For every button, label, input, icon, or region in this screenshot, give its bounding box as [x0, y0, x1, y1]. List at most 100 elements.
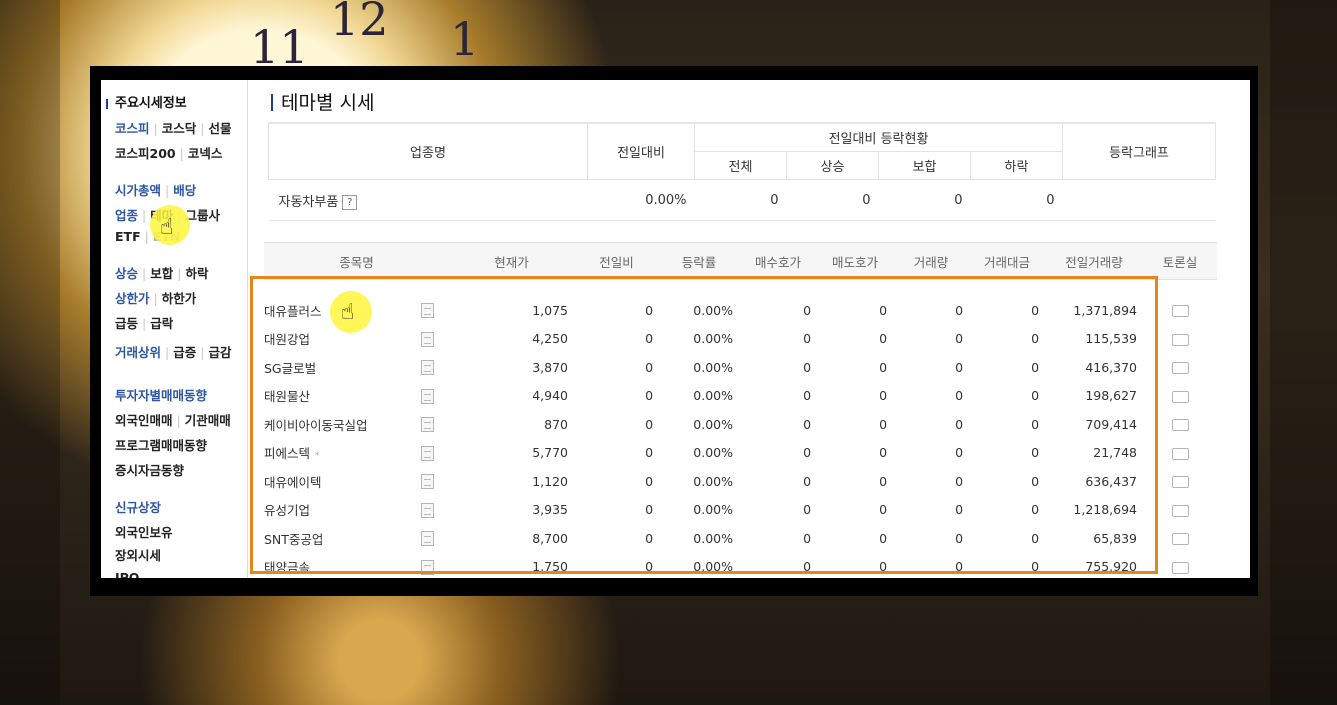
sidebar-row: 코스피200 | 코넥스 [115, 143, 222, 162]
header-change-status: 전일대비 등락현황 [694, 122, 1063, 152]
sidebar-link[interactable]: 급등 [115, 316, 138, 331]
header-flat: 보합 [878, 151, 971, 180]
sidebar-separator: | [142, 316, 147, 331]
sidebar-link[interactable]: 하락 [185, 266, 208, 281]
theme-summary-table: 업종명 전일대비 전일대비 등락현황 등락그래프 전체 상승 보합 하락 자동차… [268, 122, 1216, 221]
hand-cursor-icon: ☝ [341, 300, 355, 325]
sidebar-row: 급등 | 급락 [115, 313, 173, 332]
sidebar-link[interactable]: 외국인보유 [115, 525, 173, 540]
summary-industry-name: 자동차부품 [278, 194, 339, 210]
sidebar-link[interactable]: 선물 [208, 121, 231, 136]
col-price: 현재가 [449, 242, 575, 280]
summary-change: 0.00% [587, 179, 695, 221]
sidebar-link[interactable]: 업종 [115, 208, 138, 223]
col-discussion: 토론실 [1143, 242, 1218, 280]
sidebar-link[interactable]: 배당 [173, 183, 196, 198]
summary-up: 0 [786, 179, 879, 221]
sidebar-row: 증시자금동향 [115, 460, 184, 479]
col-amount: 거래대금 [969, 242, 1046, 280]
sidebar-header: 주요시세정보 [106, 92, 187, 111]
sidebar-separator: | [177, 266, 182, 281]
help-icon[interactable]: ? [342, 194, 358, 210]
discussion-icon[interactable] [1172, 419, 1190, 432]
col-prev-volume: 전일거래량 [1045, 242, 1144, 280]
sidebar-row: 외국인매매 | 기관매매 [115, 410, 231, 429]
sidebar-row: 코스피 | 코스닥 | 선물 [115, 118, 231, 137]
summary-row: 자동차부품? 0.00% 0 0 0 0 [268, 179, 1216, 221]
summary-graph [1062, 179, 1216, 221]
sidebar-row: 투자자별매매동향 [115, 385, 207, 404]
summary-name-cell: 자동차부품? [268, 179, 588, 221]
sidebar-separator: | [176, 413, 181, 428]
sidebar-row: 상한가 | 하한가 [115, 288, 196, 307]
discussion-icon[interactable] [1172, 305, 1190, 318]
sidebar-row: 상승 | 보합 | 하락 [115, 263, 208, 282]
sidebar-link[interactable]: 보합 [150, 266, 173, 281]
sidebar-row: 외국인보유 [115, 522, 173, 541]
sidebar-row: 신규상장 [115, 497, 161, 516]
sidebar-row: 프로그램매매동향 [115, 435, 207, 454]
sidebar-row: 거래상위 | 급증 | 급감 [115, 342, 231, 361]
header-down: 하락 [970, 151, 1063, 180]
discussion-icon[interactable] [1172, 476, 1190, 489]
discussion-icon[interactable] [1172, 362, 1190, 375]
sidebar-link[interactable]: IPO [115, 570, 139, 578]
discussion-icon[interactable] [1172, 504, 1190, 517]
sidebar-link[interactable]: 그룹사 [185, 208, 220, 223]
discussion-icon[interactable] [1172, 447, 1190, 460]
sidebar-link[interactable]: 급증 [173, 345, 196, 360]
sidebar-link[interactable]: 상승 [115, 266, 138, 281]
discussion-icon[interactable] [1172, 333, 1190, 346]
sidebar-link[interactable]: 신규상장 [115, 500, 161, 515]
col-ask: 매도호가 [817, 242, 894, 280]
sidebar-link[interactable]: ETF [115, 229, 141, 244]
col-diff: 전일비 [574, 242, 660, 280]
sidebar-separator: | [200, 345, 205, 360]
discussion-icon[interactable] [1172, 561, 1190, 574]
sidebar-separator: | [165, 345, 170, 360]
background-pillar-left [0, 0, 60, 705]
page-title: 테마별 시세 [271, 88, 374, 115]
hand-cursor-icon: ☝ [160, 215, 174, 240]
discussion-icon[interactable] [1172, 533, 1190, 546]
sidebar-separator: | [179, 146, 184, 161]
clock-numeral-12: 12 [330, 0, 389, 46]
sidebar-link[interactable]: 코스피200 [115, 146, 176, 161]
sidebar-link[interactable]: 하한가 [162, 291, 197, 306]
sidebar-row: 장외시세 [115, 545, 161, 564]
sidebar-link[interactable]: 장외시세 [115, 548, 161, 563]
sidebar-link[interactable]: 기관매매 [185, 413, 231, 428]
sidebar-separator: | [153, 291, 158, 306]
sidebar-link[interactable]: 코스닥 [162, 121, 197, 136]
sidebar-link[interactable]: 상한가 [115, 291, 150, 306]
sidebar-separator: | [200, 121, 205, 136]
sidebar-separator: | [142, 208, 147, 223]
background-pillar-right [1270, 0, 1337, 705]
header-all: 전체 [694, 151, 787, 180]
sidebar-link[interactable]: 시가총액 [115, 183, 161, 198]
sidebar-link[interactable]: 코넥스 [188, 146, 223, 161]
clock-numeral-1: 1 [450, 12, 480, 66]
summary-flat: 0 [878, 179, 971, 221]
sidebar-link[interactable]: 거래상위 [115, 345, 161, 360]
highlight-box [250, 276, 1158, 574]
sidebar-link[interactable]: 프로그램매매동향 [115, 438, 207, 453]
header-change: 전일대비 [587, 122, 695, 180]
sidebar-link[interactable]: 급락 [150, 316, 173, 331]
summary-all: 0 [694, 179, 787, 221]
header-graph: 등락그래프 [1062, 122, 1216, 180]
sidebar-link[interactable]: 증시자금동향 [115, 463, 184, 478]
col-stock-name: 종목명 [264, 242, 450, 280]
sidebar-separator: | [142, 266, 147, 281]
sidebar-link[interactable]: 투자자별매매동향 [115, 388, 207, 403]
sidebar-separator: | [165, 183, 170, 198]
sidebar-link[interactable]: 외국인매매 [115, 413, 173, 428]
discussion-icon[interactable] [1172, 390, 1190, 403]
col-volume: 거래량 [893, 242, 970, 280]
sidebar-row: IPO [115, 570, 139, 578]
sidebar-link[interactable]: 급감 [208, 345, 231, 360]
sidebar-separator: | [153, 121, 158, 136]
summary-down: 0 [970, 179, 1063, 221]
sidebar-link[interactable]: 코스피 [115, 121, 150, 136]
col-bid: 매수호가 [739, 242, 818, 280]
